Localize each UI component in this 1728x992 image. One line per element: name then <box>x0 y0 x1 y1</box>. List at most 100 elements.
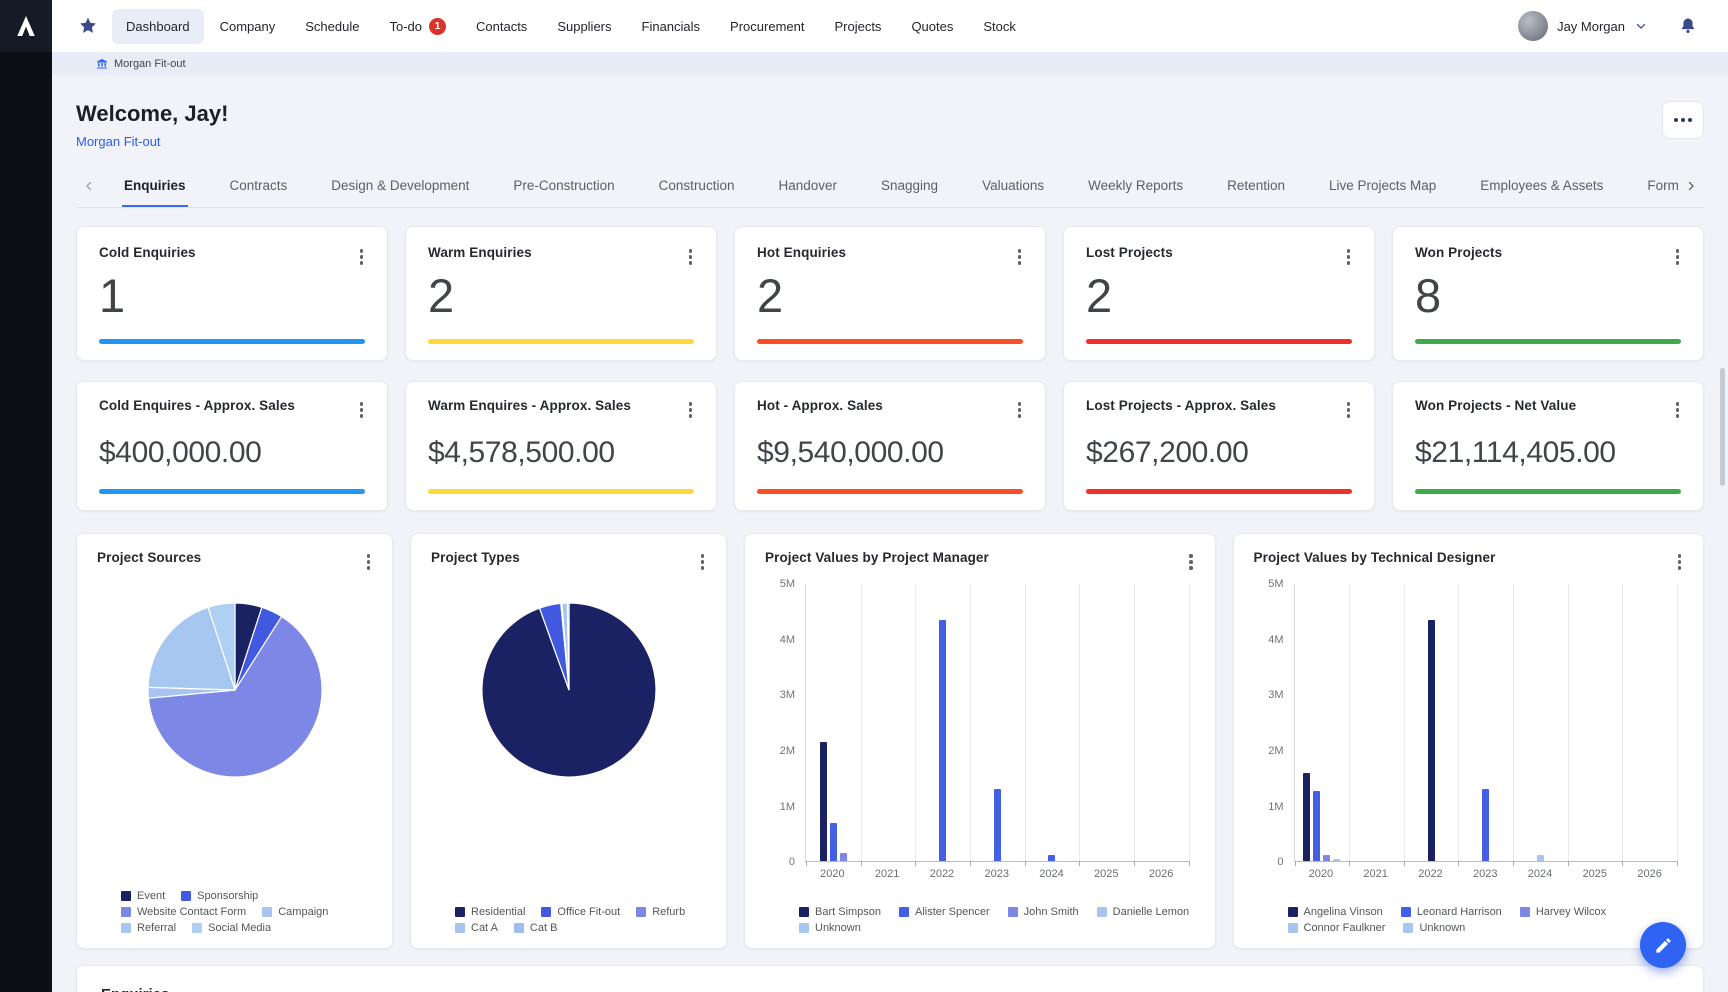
nav-item-label: Quotes <box>911 19 953 34</box>
kebab-menu-icon[interactable] <box>1676 550 1684 574</box>
kebab-menu-icon[interactable] <box>358 398 366 422</box>
x-axis-tick <box>1079 861 1080 866</box>
x-axis-tick <box>1568 861 1569 866</box>
nav-item-suppliers[interactable]: Suppliers <box>543 9 625 44</box>
kebab-menu-icon[interactable] <box>687 245 695 269</box>
bar-chart-card-project-values-by-project-manager: Project Values by Project Manager5M4M3M2… <box>744 533 1216 949</box>
nav-item-label: Suppliers <box>557 19 611 34</box>
legend-swatch <box>181 891 191 901</box>
breadcrumb-link[interactable]: Morgan Fit-out <box>114 58 186 70</box>
project-link[interactable]: Morgan Fit-out <box>76 134 161 149</box>
kebab-menu-icon[interactable] <box>687 398 695 422</box>
kebab-menu-icon[interactable] <box>1345 245 1353 269</box>
vertical-scrollbar[interactable] <box>1720 368 1725 486</box>
kpi-card-row: Cold Enquiries1Warm Enquiries2Hot Enquir… <box>76 226 1704 361</box>
x-axis-label: 2021 <box>860 868 915 880</box>
nav-item-quotes[interactable]: Quotes <box>897 9 967 44</box>
tab-live-projects-map[interactable]: Live Projects Map <box>1327 165 1438 207</box>
legend-item-cat-a: Cat A <box>455 922 498 934</box>
legend-item-social-media: Social Media <box>192 922 271 934</box>
tab-contracts[interactable]: Contracts <box>228 165 290 207</box>
app-root: DashboardCompanyScheduleTo-do1Contacts Su… <box>0 0 1728 992</box>
nav-item-schedule[interactable]: Schedule <box>291 9 373 44</box>
x-axis-tick <box>1134 861 1135 866</box>
kebab-menu-icon[interactable] <box>1016 245 1024 269</box>
accent-bar <box>428 339 694 344</box>
y-axis-label: 5M <box>780 578 795 590</box>
nav-item-to-do[interactable]: To-do1 <box>375 8 460 45</box>
user-menu[interactable]: Jay Morgan <box>1518 11 1648 41</box>
tabs-chevron-left-icon[interactable] <box>76 173 102 199</box>
tab-valuations[interactable]: Valuations <box>980 165 1046 207</box>
todo-count-badge: 1 <box>429 18 446 35</box>
kebab-menu-icon[interactable] <box>365 550 373 574</box>
top-nav: DashboardCompanyScheduleTo-do1Contacts Su… <box>112 8 1518 45</box>
bar-chart: 5M4M3M2M1M02020202120222023202420252026 <box>1254 578 1684 907</box>
legend-swatch <box>541 907 551 917</box>
kebab-menu-icon[interactable] <box>1674 245 1682 269</box>
chart-legend: ResidentialOffice Fit-outRefurbCat ACat … <box>455 906 706 934</box>
bar-alister-spencer <box>939 620 946 861</box>
metric-value: 2 <box>757 269 1023 340</box>
edit-fab-pencil-icon[interactable] <box>1640 922 1686 968</box>
tab-enquiries[interactable]: Enquiries <box>122 165 188 207</box>
tab-retention[interactable]: Retention <box>1225 165 1287 207</box>
legend-label: Harvey Wilcox <box>1536 906 1606 918</box>
bar-chart: 5M4M3M2M1M02020202120222023202420252026 <box>765 578 1195 907</box>
legend-item-referral: Referral <box>121 922 176 934</box>
app-logo[interactable] <box>0 0 52 52</box>
metric-value: $267,200.00 <box>1086 436 1352 490</box>
chart-legend: EventSponsorshipWebsite Contact FormCamp… <box>121 890 372 934</box>
nav-item-projects[interactable]: Projects <box>820 9 895 44</box>
nav-item-dashboard[interactable]: Dashboard <box>112 9 204 44</box>
nav-item-label: Stock <box>983 19 1016 34</box>
welcome-header: Welcome, Jay! Morgan Fit-out <box>76 75 1704 151</box>
card-title: Warm Enquiries <box>428 245 532 260</box>
legend-label: Office Fit-out <box>557 906 620 918</box>
kebab-menu-icon[interactable] <box>1674 398 1682 422</box>
year-band-2025 <box>1568 584 1623 862</box>
x-axis-tick <box>1404 861 1405 866</box>
card-title: Project Values by Technical Designer <box>1254 550 1496 565</box>
kebab-menu-icon[interactable] <box>358 245 366 269</box>
legend-label: Alister Spencer <box>915 906 990 918</box>
tab-weekly-reports[interactable]: Weekly Reports <box>1086 165 1185 207</box>
tab-employees-assets[interactable]: Employees & Assets <box>1478 165 1605 207</box>
bar-alister-spencer <box>1048 855 1055 862</box>
tabs-chevron-right-icon[interactable] <box>1678 173 1704 199</box>
chart-legend: Bart SimpsonAlister SpencerJohn SmithDan… <box>799 906 1195 934</box>
nav-item-stock[interactable]: Stock <box>969 9 1030 44</box>
kebab-menu-icon[interactable] <box>1345 398 1353 422</box>
legend-item-unknown: Unknown <box>799 922 861 934</box>
legend-swatch <box>192 923 202 933</box>
favorite-star-icon[interactable] <box>72 10 104 42</box>
legend-label: Campaign <box>278 906 328 918</box>
tab-handover[interactable]: Handover <box>776 165 839 207</box>
page-more-ellipsis-icon[interactable] <box>1662 101 1704 139</box>
bar-plot <box>1294 584 1678 863</box>
avatar[interactable] <box>1518 11 1548 41</box>
metric-card-cold-enquiries: Cold Enquiries1 <box>76 226 388 361</box>
tab-form[interactable]: Form <box>1645 165 1678 207</box>
notifications-bell-icon[interactable] <box>1674 12 1702 40</box>
bar-connor-faulkner <box>1333 859 1340 862</box>
nav-item-contacts[interactable]: Contacts <box>462 9 541 44</box>
nav-item-financials[interactable]: Financials <box>628 9 715 44</box>
nav-item-procurement[interactable]: Procurement <box>716 9 818 44</box>
bar-leonard-harrison <box>1482 789 1489 861</box>
tab-construction[interactable]: Construction <box>657 165 737 207</box>
nav-item-label: Procurement <box>730 19 804 34</box>
x-axis-tick <box>1295 861 1296 866</box>
nav-item-company[interactable]: Company <box>206 9 290 44</box>
tab-snagging[interactable]: Snagging <box>879 165 940 207</box>
tab-design-development[interactable]: Design & Development <box>329 165 471 207</box>
metric-value: $4,578,500.00 <box>428 436 694 490</box>
kebab-menu-icon[interactable] <box>699 550 707 574</box>
kebab-menu-icon[interactable] <box>1016 398 1024 422</box>
legend-swatch <box>799 907 809 917</box>
tab-pre-construction[interactable]: Pre-Construction <box>511 165 616 207</box>
main-column: DashboardCompanyScheduleTo-do1Contacts Su… <box>52 0 1728 992</box>
x-axis-label: 2025 <box>1079 868 1134 880</box>
year-band-2023 <box>970 584 1025 862</box>
kebab-menu-icon[interactable] <box>1187 550 1195 574</box>
